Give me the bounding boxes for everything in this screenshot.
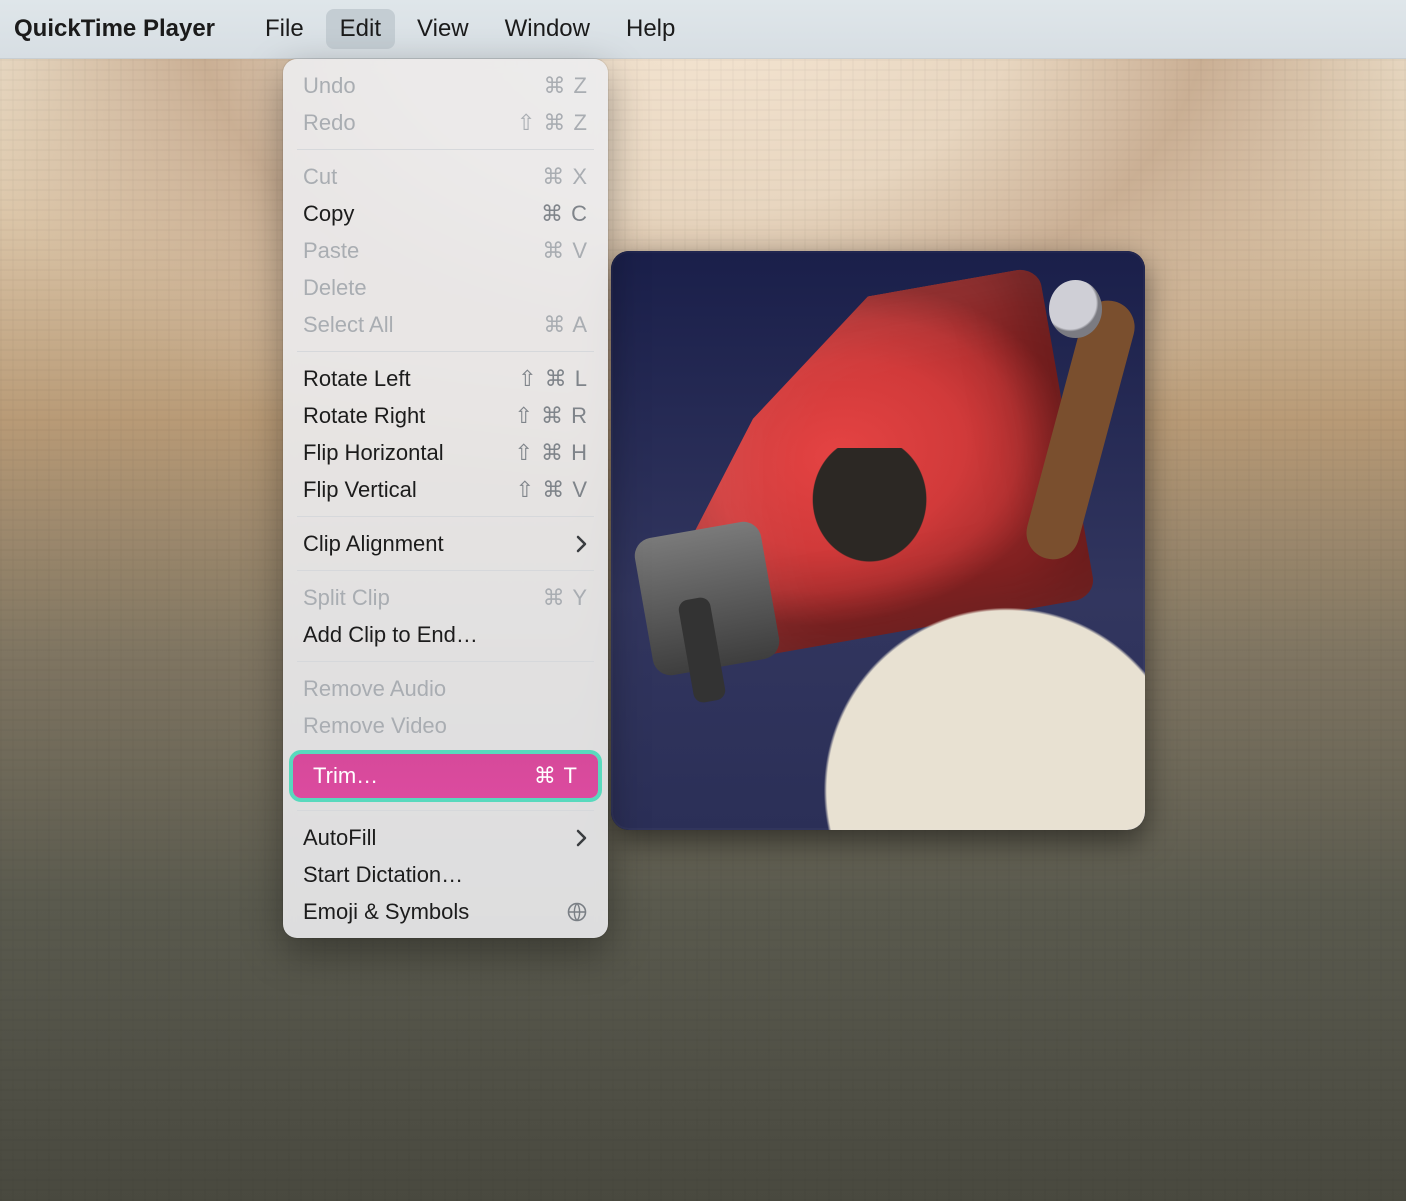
menubar-item-window[interactable]: Window [491,9,604,49]
menu-item-redo: Redo ⇧ ⌘ Z [283,104,608,141]
menu-item-label: Redo [303,110,356,136]
menu-item-paste: Paste ⌘ V [283,232,608,269]
menu-item-clip-alignment[interactable]: Clip Alignment [283,525,608,562]
video-frame-illustration [611,251,1145,830]
menubar: QuickTime Player File Edit View Window H… [0,0,1406,59]
menu-item-emoji-symbols[interactable]: Emoji & Symbols [283,893,608,930]
menu-item-shortcut: ⇧ ⌘ R [514,403,588,429]
menu-item-label: Remove Video [303,713,447,739]
menu-item-label: Remove Audio [303,676,446,702]
menu-item-label: AutoFill [303,825,376,851]
menu-item-label: Trim… [313,763,378,789]
menubar-item-help[interactable]: Help [612,9,689,49]
menu-item-label: Copy [303,201,354,227]
menu-separator [297,516,594,517]
menu-item-trim[interactable]: Trim… ⌘ T [293,754,598,798]
menu-item-copy[interactable]: Copy ⌘ C [283,195,608,232]
menu-item-label: Select All [303,312,394,338]
menu-item-rotate-right[interactable]: Rotate Right ⇧ ⌘ R [283,397,608,434]
menu-item-split-clip: Split Clip ⌘ Y [283,579,608,616]
menu-item-shortcut: ⌘ T [534,763,578,789]
menu-item-shortcut: ⌘ X [542,164,588,190]
menu-item-label: Flip Horizontal [303,440,444,466]
menu-item-delete: Delete [283,269,608,306]
menu-item-label: Cut [303,164,337,190]
menu-item-remove-video: Remove Video [283,707,608,744]
menu-item-flip-vertical[interactable]: Flip Vertical ⇧ ⌘ V [283,471,608,508]
chevron-right-icon [576,829,588,847]
menu-separator [297,661,594,662]
menu-item-shortcut: ⇧ ⌘ L [518,366,588,392]
menu-item-select-all: Select All ⌘ A [283,306,608,343]
video-window[interactable] [611,251,1145,830]
menubar-item-view[interactable]: View [403,9,483,49]
menu-item-shortcut: ⌘ Y [543,585,588,611]
menu-item-autofill[interactable]: AutoFill [283,819,608,856]
menu-item-shortcut: ⌘ A [543,312,588,338]
menu-item-label: Paste [303,238,359,264]
menubar-item-file[interactable]: File [251,9,318,49]
menubar-item-edit[interactable]: Edit [326,9,395,49]
menu-item-label: Add Clip to End… [303,622,478,648]
menu-item-cut: Cut ⌘ X [283,158,608,195]
menu-item-undo: Undo ⌘ Z [283,67,608,104]
menu-item-shortcut: ⇧ ⌘ Z [517,110,588,136]
menu-item-shortcut: ⌘ C [541,201,588,227]
menubar-app-name[interactable]: QuickTime Player [14,9,229,49]
menu-item-shortcut: ⇧ ⌘ H [514,440,588,466]
menu-item-start-dictation[interactable]: Start Dictation… [283,856,608,893]
globe-icon [566,901,588,923]
menu-item-shortcut: ⌘ V [542,238,588,264]
menu-item-trim-highlight: Trim… ⌘ T [289,750,602,802]
menu-item-label: Rotate Right [303,403,425,429]
menu-separator [297,351,594,352]
menu-item-shortcut: ⇧ ⌘ V [516,477,588,503]
menu-separator [297,570,594,571]
chevron-right-icon [576,535,588,553]
menu-item-label: Rotate Left [303,366,411,392]
menu-separator [297,810,594,811]
menu-item-remove-audio: Remove Audio [283,670,608,707]
menu-item-label: Start Dictation… [303,862,463,888]
menu-item-label: Clip Alignment [303,531,444,557]
menu-item-label: Emoji & Symbols [303,899,469,925]
menu-item-add-clip-to-end[interactable]: Add Clip to End… [283,616,608,653]
menu-item-label: Undo [303,73,356,99]
menu-item-label: Flip Vertical [303,477,417,503]
edit-menu: Undo ⌘ Z Redo ⇧ ⌘ Z Cut ⌘ X Copy ⌘ C Pas… [283,59,608,938]
menu-item-label: Split Clip [303,585,390,611]
menu-separator [297,149,594,150]
menu-item-label: Delete [303,275,367,301]
menu-item-rotate-left[interactable]: Rotate Left ⇧ ⌘ L [283,360,608,397]
menu-item-shortcut: ⌘ Z [543,73,588,99]
menu-item-flip-horizontal[interactable]: Flip Horizontal ⇧ ⌘ H [283,434,608,471]
